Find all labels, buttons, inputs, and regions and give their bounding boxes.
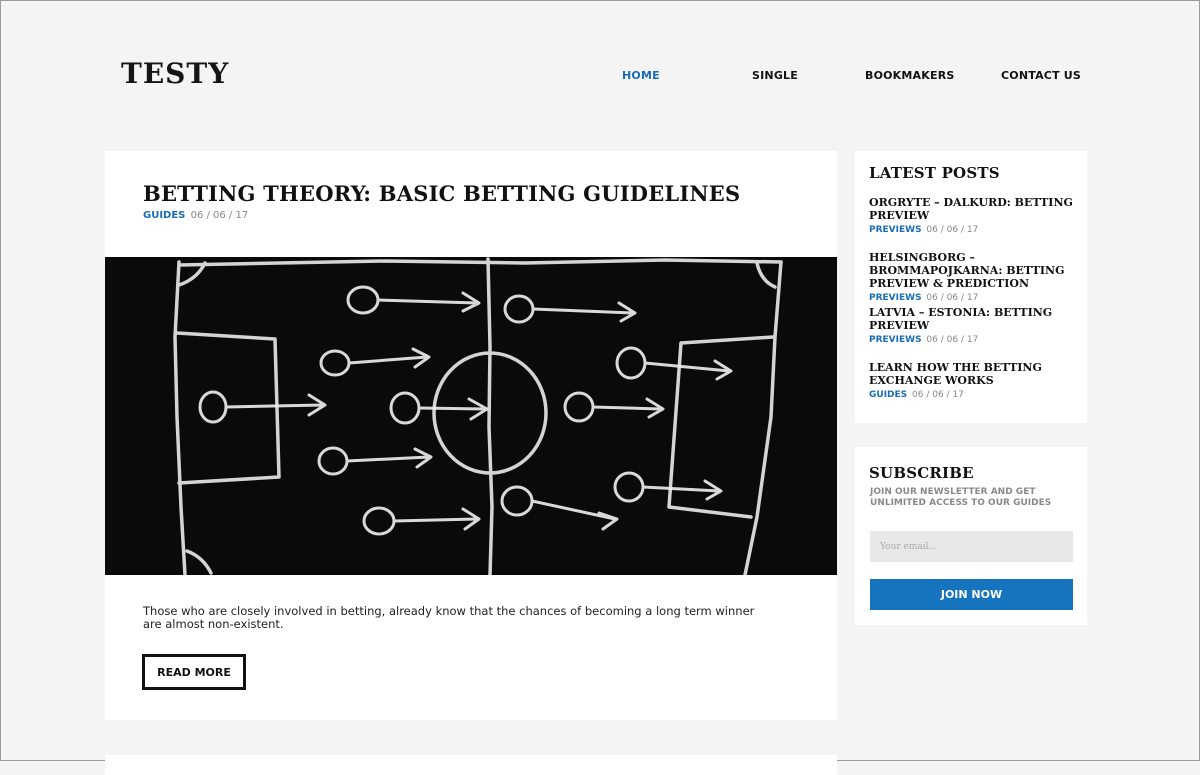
latest-post-date: 06 / 06 / 17 [926, 335, 979, 345]
latest-post-title[interactable]: HELSINGBORG – BROMMAPOJKARNA: BETTING PR… [869, 251, 1081, 290]
latest-post-title[interactable]: ORGRYTE – DALKURD: BETTING PREVIEW [869, 196, 1081, 222]
nav-single[interactable]: SINGLE [752, 69, 798, 82]
post-date: 06 / 06 / 17 [190, 210, 249, 221]
latest-post-category[interactable]: PREVIEWS [869, 335, 922, 345]
post-card: BETTING THEORY: BASIC BETTING GUIDELINES… [105, 151, 837, 720]
post-title[interactable]: BETTING THEORY: BASIC BETTING GUIDELINES [143, 181, 740, 206]
latest-post-item: LEARN HOW THE BETTING EXCHANGE WORKS GUI… [869, 361, 1081, 400]
latest-post-title[interactable]: LATVIA – ESTONIA: BETTING PREVIEW [869, 306, 1081, 332]
nav-bookmakers[interactable]: BOOKMAKERS [865, 69, 955, 82]
subscribe-title: SUBSCRIBE [869, 464, 974, 482]
latest-post-category[interactable]: GUIDES [869, 390, 907, 400]
latest-post-item: LATVIA – ESTONIA: BETTING PREVIEW PREVIE… [869, 306, 1081, 345]
post-meta: GUIDES 06 / 06 / 17 [143, 210, 248, 221]
nav-contact-us[interactable]: CONTACT US [1001, 69, 1081, 82]
latest-posts-widget: LATEST POSTS ORGRYTE – DALKURD: BETTING … [855, 151, 1087, 423]
read-more-button[interactable]: READ MORE [142, 654, 246, 690]
latest-post-title[interactable]: LEARN HOW THE BETTING EXCHANGE WORKS [869, 361, 1081, 387]
subscribe-widget: SUBSCRIBE JOIN OUR NEWSLETTER AND GET UN… [855, 447, 1087, 625]
email-field[interactable] [870, 531, 1073, 562]
post-hero-image[interactable] [105, 257, 837, 575]
latest-post-date: 06 / 06 / 17 [926, 293, 979, 303]
latest-post-item: HELSINGBORG – BROMMAPOJKARNA: BETTING PR… [869, 251, 1081, 303]
post-category[interactable]: GUIDES [143, 210, 185, 221]
nav-home[interactable]: HOME [622, 69, 660, 82]
latest-posts-title: LATEST POSTS [869, 164, 1000, 182]
latest-post-category[interactable]: PREVIEWS [869, 293, 922, 303]
next-post-card [105, 755, 837, 775]
latest-post-item: ORGRYTE – DALKURD: BETTING PREVIEW PREVI… [869, 196, 1081, 235]
latest-post-date: 06 / 06 / 17 [926, 225, 979, 235]
post-excerpt: Those who are closely involved in bettin… [143, 604, 755, 631]
tactics-chalkboard-image [105, 257, 837, 575]
main-nav: HOME SINGLE BOOKMAKERS CONTACT US [1, 69, 1200, 85]
join-now-button[interactable]: JOIN NOW [870, 579, 1073, 610]
latest-post-category[interactable]: PREVIEWS [869, 225, 922, 235]
latest-post-date: 06 / 06 / 17 [912, 390, 964, 400]
subscribe-description: JOIN OUR NEWSLETTER AND GET UNLIMITED AC… [870, 487, 1052, 508]
